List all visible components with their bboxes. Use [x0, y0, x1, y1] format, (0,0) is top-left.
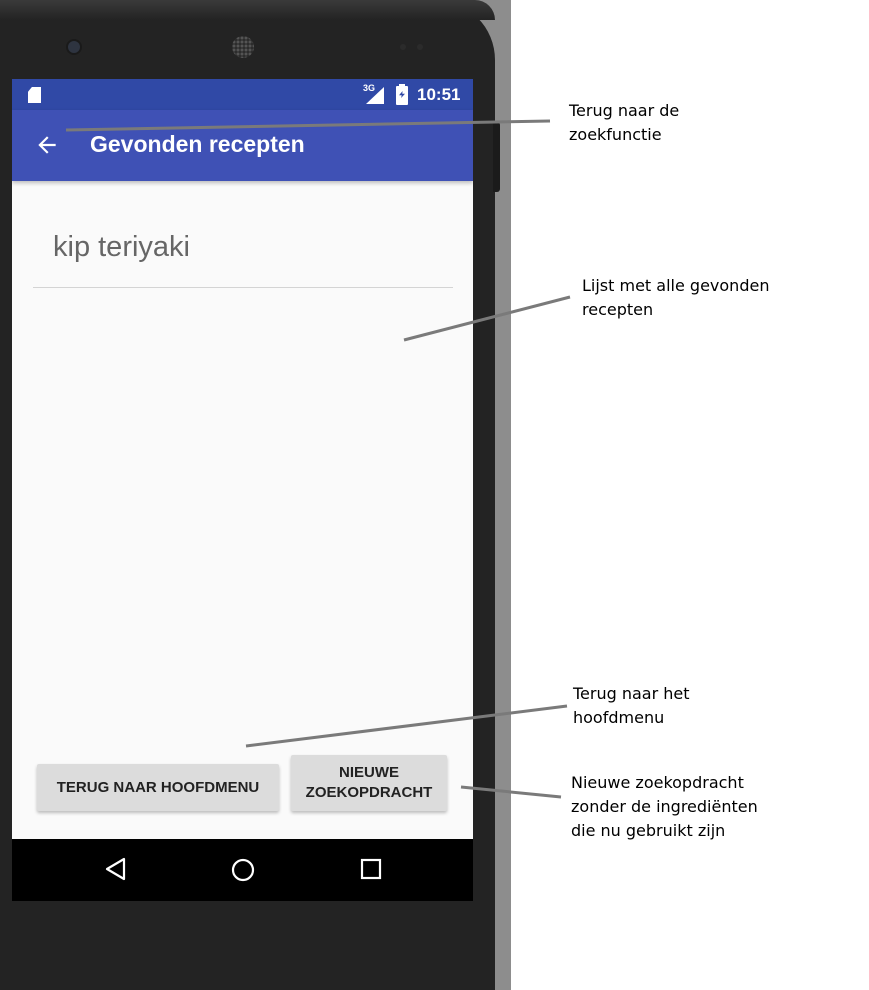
back-to-main-menu-button[interactable]: TERUG NAAR HOOFDMENU [37, 764, 279, 811]
nav-recent-icon[interactable] [360, 858, 382, 880]
new-search-label-line1: NIEUWE [338, 764, 399, 781]
status-time: 10:51 [417, 85, 461, 104]
annotation-back: Terug naar de zoekfunctie [569, 101, 680, 144]
search-query-field[interactable]: kip teriyaki [33, 219, 453, 288]
phone-frame: 3G 10:51 Gevonden recepten kip teriyaki … [0, 0, 500, 990]
speaker-icon [232, 36, 254, 58]
power-button [493, 122, 500, 192]
network-type-label: 3G [363, 83, 376, 93]
page-title: Gevonden recepten [90, 131, 305, 157]
nav-back-icon[interactable] [104, 857, 128, 881]
arrow-back-icon[interactable] [34, 132, 60, 158]
camera-icon [68, 41, 80, 53]
annotation-new-search: Nieuwe zoekopdracht zonder de ingrediënt… [571, 773, 758, 840]
status-bar: 3G 10:51 [12, 79, 473, 110]
new-search-label-line2: ZOEKOPDRACHT [305, 784, 433, 801]
phone-top-edge [0, 0, 495, 20]
back-to-main-menu-label: TERUG NAAR HOOFDMENU [56, 778, 260, 796]
sd-card-icon [28, 87, 41, 103]
screen: 3G 10:51 Gevonden recepten kip teriyaki … [12, 79, 473, 901]
annotation-home: Terug naar het hoofdmenu [573, 684, 690, 727]
search-query-value[interactable]: kip teriyaki [53, 231, 190, 264]
new-search-button[interactable]: NIEUWE ZOEKOPDRACHT [291, 755, 447, 811]
sensor-icon [400, 44, 406, 50]
nav-home-icon[interactable] [231, 858, 255, 882]
annotation-list: Lijst met alle gevonden recepten [582, 276, 770, 319]
navigation-bar [12, 839, 473, 901]
sensor-icon [417, 44, 423, 50]
recipe-list[interactable] [33, 294, 453, 744]
battery-charging-icon [396, 84, 408, 105]
app-bar: Gevonden recepten [12, 110, 473, 181]
